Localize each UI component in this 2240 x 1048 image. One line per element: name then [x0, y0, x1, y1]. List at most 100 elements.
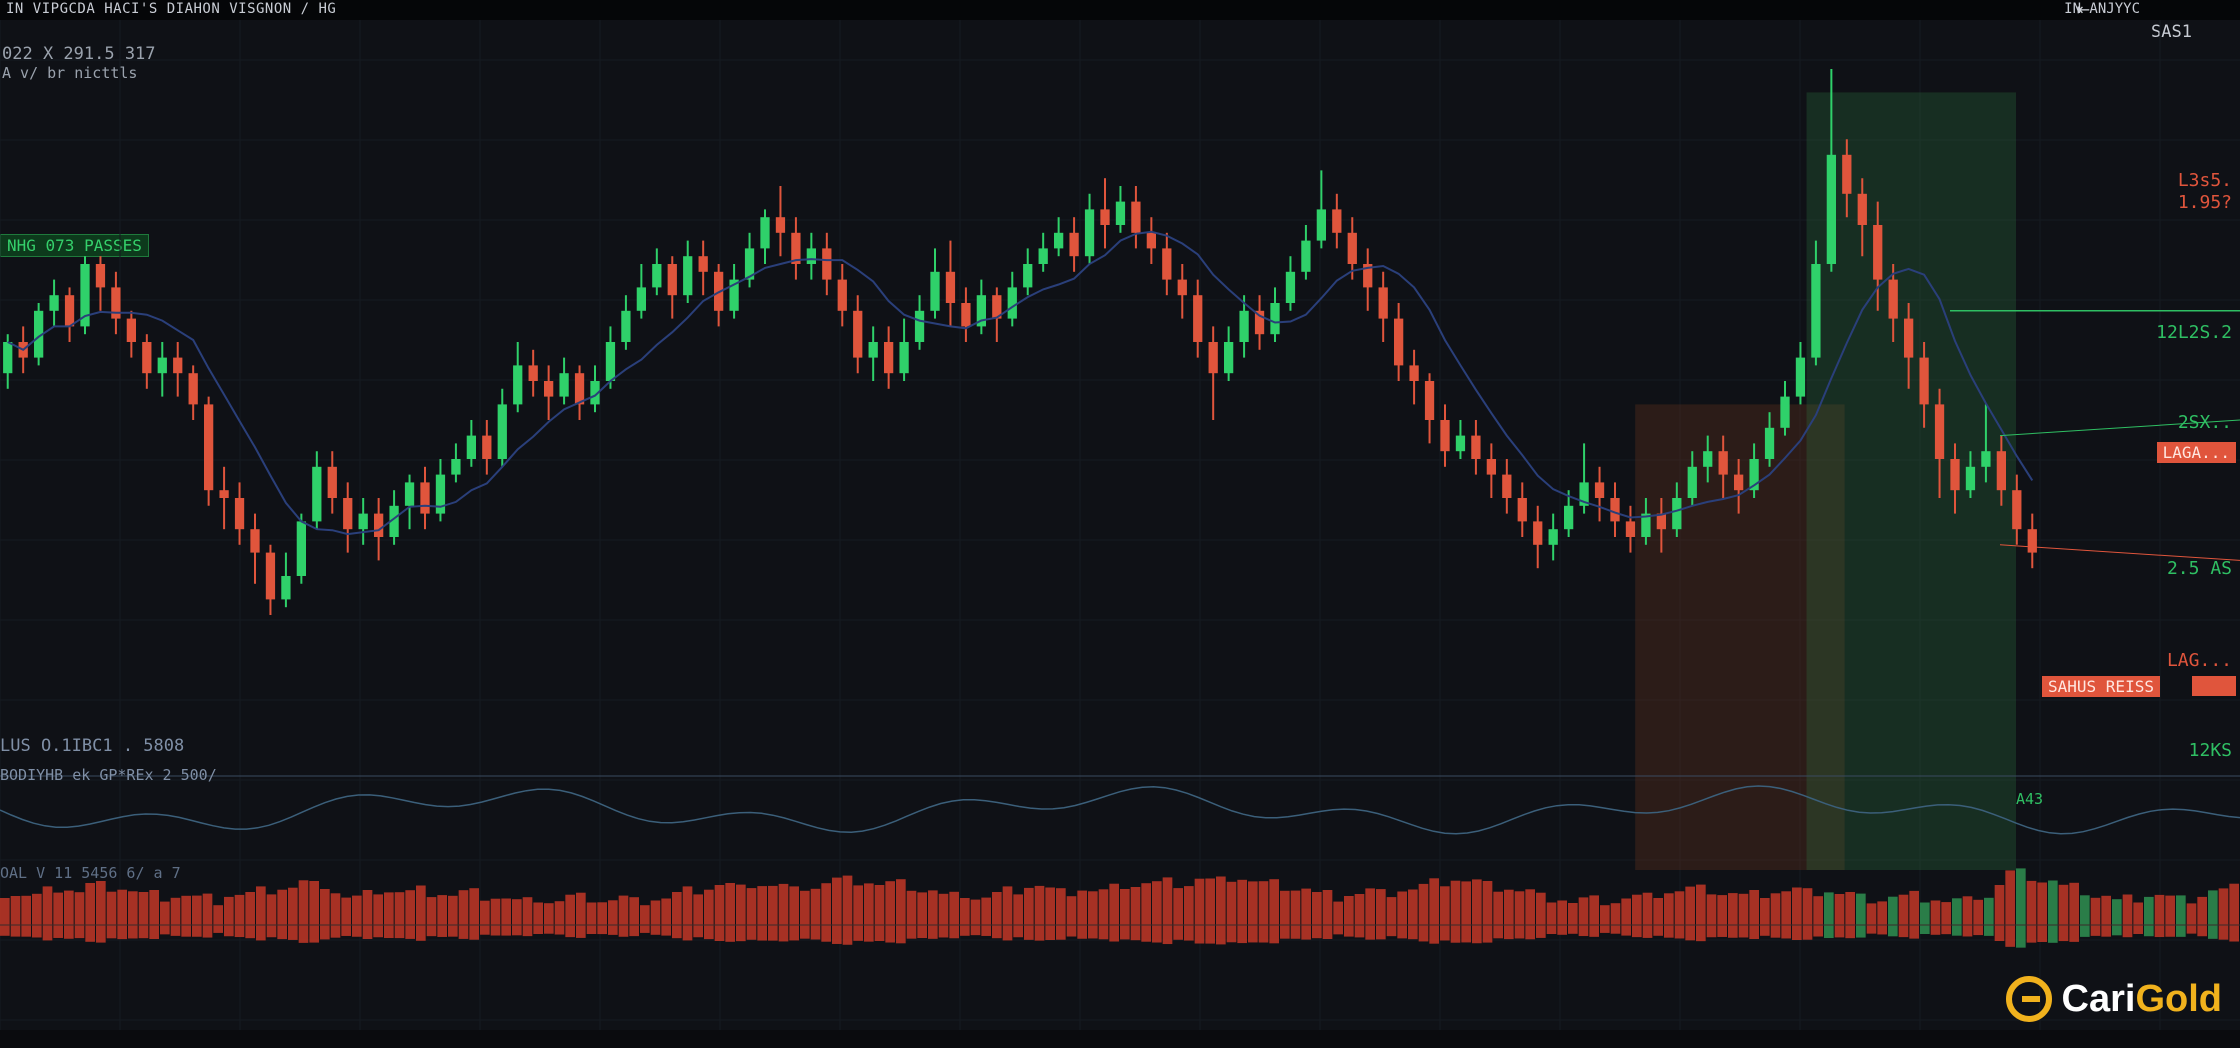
candle-down [1842, 154, 1852, 194]
candle-down [1177, 279, 1187, 296]
right-axis-label: A43 [2016, 790, 2044, 808]
histogram-bar-red [1312, 892, 1322, 939]
histogram-bar-red [2058, 884, 2069, 942]
candle-down [1424, 381, 1435, 420]
histogram-bar-red [2005, 870, 2015, 947]
candle-up [930, 271, 940, 311]
right-axis-label: L3s5. [2177, 170, 2232, 191]
histogram-bar-red [384, 892, 394, 939]
histogram-bar-red [629, 897, 639, 937]
histogram-bar-red [1141, 883, 1151, 942]
histogram-bar-red [544, 903, 554, 934]
histogram-bar-red [1333, 901, 1343, 935]
candle-down [1394, 318, 1404, 366]
candle-up [1084, 209, 1095, 257]
histogram-bar-red [1013, 894, 1023, 938]
histogram-bar-red [298, 880, 309, 943]
candle-up [312, 466, 322, 522]
candle-up [1687, 466, 1697, 498]
histogram-bar-red [693, 894, 703, 938]
histogram-bar-red [2165, 895, 2175, 937]
histogram-bar-red [1344, 896, 1354, 937]
candle-up [914, 310, 925, 342]
candle-up [1023, 264, 1033, 288]
candle-down [1100, 209, 1110, 225]
histogram-bar-green [1952, 898, 1962, 936]
histogram-bar-red [341, 897, 351, 936]
candle-down [482, 435, 492, 459]
histogram-bar-red [640, 905, 650, 933]
histogram-bar-red [1834, 894, 1845, 938]
histogram-bar-red [586, 902, 597, 934]
candle-up [621, 310, 631, 342]
histogram-bar-red [53, 892, 63, 938]
candle-up [1270, 303, 1280, 335]
candle-down [1919, 357, 1929, 405]
histogram-bar-red [554, 901, 565, 935]
top-bar: IN VIPGCDA HACI'S DIAHON VISGNON / HG ⇤ … [0, 0, 2240, 20]
histogram-bar-green [1984, 897, 1994, 936]
sell-tag: SAHUS REISS [2042, 676, 2160, 697]
candle-down [544, 381, 554, 397]
histogram-bar-red [1749, 890, 1759, 939]
histogram-bar-red [1994, 885, 2005, 941]
candle-down [1857, 193, 1867, 225]
right-axis-label: 12L2S.2 [2156, 322, 2232, 343]
histogram-bar-red [469, 888, 479, 940]
histogram-bar-red [117, 889, 127, 940]
histogram-bar-red [1045, 887, 1055, 940]
histogram-bar-red [1674, 891, 1685, 939]
histogram-bar-red [725, 883, 735, 942]
histogram-bar-red [1493, 891, 1503, 939]
candle-down [2027, 529, 2037, 553]
histogram-bar-red [373, 894, 383, 938]
candle-down [265, 552, 276, 600]
histogram-bar-red [2197, 896, 2207, 937]
histogram-bar-red [1450, 880, 1461, 943]
candle-down [64, 295, 75, 327]
histogram-bar-green [2208, 890, 2218, 939]
histogram-bar-red [714, 885, 725, 941]
histogram-bar-red [85, 883, 95, 942]
histogram-bar-red [981, 897, 991, 936]
candle-down [775, 217, 786, 233]
histogram-bar-red [309, 881, 319, 943]
histogram-bar-red [256, 886, 266, 941]
candle-down [1347, 232, 1357, 264]
histogram-bar-red [1418, 883, 1429, 942]
histogram-bar-red [32, 893, 42, 938]
histogram-bar-red [597, 902, 607, 935]
histogram-bar-red [661, 898, 671, 936]
candle-up [1239, 310, 1249, 342]
histogram-bar-red [64, 890, 74, 939]
histogram-bar-red [757, 886, 767, 941]
histogram-bar-red [1237, 879, 1247, 944]
candle-down [1131, 201, 1141, 233]
histogram-bar-red [917, 892, 927, 939]
candle-up [652, 264, 662, 288]
right-axis-label: 2SX.. [2177, 412, 2232, 433]
histogram-bar-red [2037, 882, 2047, 942]
candle-up [683, 256, 693, 296]
candle-down [1208, 342, 1218, 374]
indicator-label-2: BODIYHB ek GP*REx 2 500/ [0, 766, 217, 784]
histogram-bar-red [2133, 902, 2143, 934]
candle-down [1934, 404, 1945, 459]
candle-down [1950, 459, 1960, 491]
candle-down [1486, 459, 1496, 475]
candle-down [234, 498, 245, 530]
candle-down [1162, 248, 1172, 280]
histogram-bar-red [426, 897, 437, 937]
histogram-bar-red [1077, 890, 1087, 939]
histogram-bar-red [128, 891, 138, 939]
candle-up [358, 513, 368, 530]
histogram-bar-red [1002, 886, 1013, 941]
candle-down [188, 373, 198, 405]
candle-up [466, 435, 476, 459]
candle-up [1115, 201, 1126, 225]
candle-up [49, 295, 59, 311]
histogram-bar-green [1888, 896, 1898, 937]
histogram-bar-red [490, 898, 501, 936]
candle-down [420, 482, 430, 514]
histogram-bar-red [864, 883, 874, 942]
